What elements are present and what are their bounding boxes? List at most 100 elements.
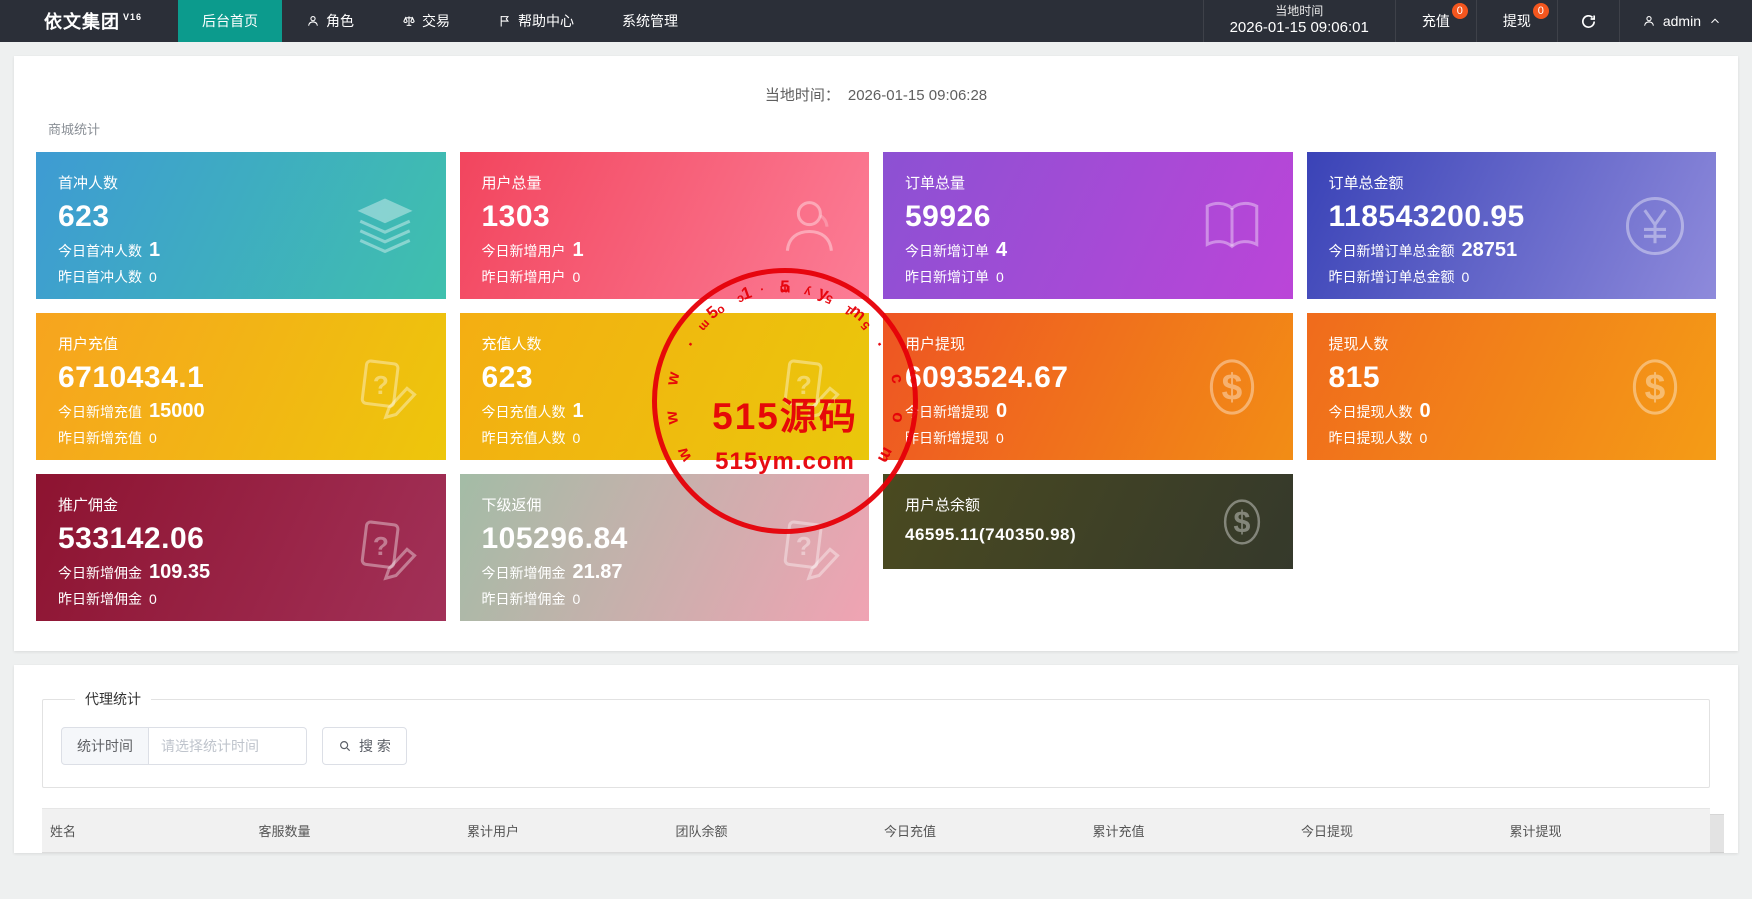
table-header-5: 累计充值	[1085, 809, 1294, 853]
card-yesterday-value: 0	[996, 430, 1004, 446]
card-yesterday-label: 昨日首冲人数	[58, 267, 142, 287]
card-today-value: 0	[996, 400, 1007, 423]
card-yesterday-label: 昨日新增佣金	[58, 589, 142, 609]
stat-card[interactable]: 充值人数 623 今日充值人数 1 昨日充值人数 0 ?	[460, 313, 870, 460]
layers-icon	[352, 193, 418, 259]
withdraw-button[interactable]: 提现 0	[1477, 0, 1557, 42]
card-yesterday-value: 0	[149, 430, 157, 446]
page-local-time: 当地时间：2026-01-15 09:06:28	[36, 76, 1716, 119]
card-yesterday-label: 昨日新增提现	[905, 428, 989, 448]
card-today-label: 今日首冲人数	[58, 241, 142, 261]
card-yesterday-value: 0	[996, 269, 1004, 285]
agent-stats-legend: 代理统计	[75, 689, 151, 709]
card-yesterday-line: 昨日提现人数 0	[1329, 428, 1695, 448]
search-button[interactable]: 搜 索	[322, 727, 407, 765]
topbar: 依文集团V16 后台首页 角色 交易 帮助中心 系统管理	[0, 0, 1752, 42]
svg-text:?: ?	[372, 369, 388, 399]
nav-item-0[interactable]: 后台首页	[178, 0, 282, 42]
stat-time-input[interactable]	[149, 727, 307, 765]
stat-card[interactable]: 订单总量 59926 今日新增订单 4 昨日新增订单 0	[883, 152, 1293, 299]
card-today-value: 1	[573, 239, 584, 262]
card-yesterday-label: 昨日新增充值	[58, 428, 142, 448]
card-today-label: 今日新增订单	[905, 241, 989, 261]
nav-item-3[interactable]: 帮助中心	[474, 0, 598, 42]
app-logo[interactable]: 依文集团V16	[0, 0, 178, 42]
svg-text:$: $	[1645, 365, 1666, 407]
nav-item-label: 后台首页	[202, 11, 258, 31]
card-today-label: 今日充值人数	[482, 402, 566, 422]
table-header-1: 客服数量	[251, 809, 460, 853]
stat-card[interactable]: 用户总余额 46595.11(740350.98) $	[883, 474, 1293, 569]
recharge-badge: 0	[1452, 3, 1468, 19]
stat-card[interactable]: 用户总量 1303 今日新增用户 1 昨日新增用户 0	[460, 152, 870, 299]
card-today-label: 今日新增用户	[482, 241, 566, 261]
card-yesterday-line: 昨日新增提现 0	[905, 428, 1271, 448]
section-title: 商城统计	[48, 119, 1716, 138]
stat-card[interactable]: 首冲人数 623 今日首冲人数 1 昨日首冲人数 0	[36, 152, 446, 299]
refresh-button[interactable]	[1558, 13, 1619, 30]
topbar-right: 当地时间 2026-01-15 09:06:01 充值 0 提现 0	[1203, 0, 1752, 42]
card-title: 用户提现	[905, 333, 1271, 354]
card-today-value: 1	[573, 400, 584, 423]
recharge-label: 充值	[1422, 11, 1450, 31]
svg-text:?: ?	[372, 530, 388, 560]
question-note-edit-icon: ?	[352, 515, 418, 581]
chevron-up-icon	[1708, 14, 1722, 28]
stat-card[interactable]: 用户充值 6710434.1 今日新增充值 15000 昨日新增充值 0 ?	[36, 313, 446, 460]
nav-item-label: 交易	[422, 11, 450, 31]
person-icon	[775, 193, 841, 259]
question-note-edit-icon: ?	[775, 354, 841, 420]
book-icon	[1199, 193, 1265, 259]
card-yesterday-label: 昨日新增佣金	[482, 589, 566, 609]
stat-card[interactable]: 订单总金额 118543200.95 今日新增订单总金额 28751 昨日新增订…	[1307, 152, 1717, 299]
card-yesterday-label: 昨日新增用户	[482, 267, 566, 287]
recharge-button[interactable]: 充值 0	[1396, 0, 1476, 42]
agent-table-header-row: 姓名客服数量累计用户团队余额今日充值累计充值今日提现累计提现	[42, 809, 1710, 853]
card-title: 订单总金额	[1329, 172, 1695, 193]
user-menu[interactable]: admin	[1619, 0, 1752, 42]
main-nav: 后台首页 角色 交易 帮助中心 系统管理	[178, 0, 702, 42]
withdraw-cell: 提现 0	[1476, 0, 1557, 42]
search-button-label: 搜 索	[359, 736, 391, 756]
table-header-6: 今日提现	[1293, 809, 1502, 853]
card-yesterday-value: 0	[149, 269, 157, 285]
stats-panel: 当地时间：2026-01-15 09:06:28 商城统计 首冲人数 623 今…	[14, 56, 1738, 651]
card-yesterday-value: 0	[573, 591, 581, 607]
stat-card[interactable]: 用户提现 6093524.67 今日新增提现 0 昨日新增提现 0 $	[883, 313, 1293, 460]
card-yesterday-value: 0	[149, 591, 157, 607]
agent-filters: 统计时间 搜 索	[61, 727, 1691, 765]
stat-card[interactable]: 下级返佣 105296.84 今日新增佣金 21.87 昨日新增佣金 0 ?	[460, 474, 870, 621]
yen-circle-icon	[1622, 193, 1688, 259]
card-title: 用户总量	[482, 172, 848, 193]
app-logo-text: 依文集团	[44, 8, 120, 34]
nav-item-1[interactable]: 角色	[282, 0, 378, 42]
table-scroll-gutter[interactable]	[1710, 814, 1724, 853]
local-time-value: 2026-01-15 09:06:01	[1230, 19, 1369, 38]
agent-stats-box: 代理统计 统计时间 搜 索	[42, 689, 1710, 788]
stat-card[interactable]: 推广佣金 533142.06 今日新增佣金 109.35 昨日新增佣金 0 ?	[36, 474, 446, 621]
card-yesterday-line: 昨日充值人数 0	[482, 428, 848, 448]
username: admin	[1663, 13, 1701, 29]
card-title: 充值人数	[482, 333, 848, 354]
card-yesterday-label: 昨日提现人数	[1329, 428, 1413, 448]
card-title: 推广佣金	[58, 494, 424, 515]
nav-item-label: 系统管理	[622, 11, 678, 31]
question-note-edit-icon: ?	[775, 515, 841, 581]
svg-text:?: ?	[796, 530, 812, 560]
svg-text:?: ?	[796, 369, 812, 399]
card-yesterday-line: 昨日新增订单 0	[905, 267, 1271, 287]
card-yesterday-label: 昨日新增订单	[905, 267, 989, 287]
table-header-3: 团队余额	[668, 809, 877, 853]
card-yesterday-label: 昨日充值人数	[482, 428, 566, 448]
refresh-icon	[1580, 13, 1597, 30]
nav-item-2[interactable]: 交易	[378, 0, 474, 42]
local-time-label: 当地时间	[1275, 4, 1323, 19]
withdraw-label: 提现	[1503, 11, 1531, 31]
search-icon	[338, 739, 352, 753]
card-title: 提现人数	[1329, 333, 1695, 354]
stat-card[interactable]: 提现人数 815 今日提现人数 0 昨日提现人数 0 $	[1307, 313, 1717, 460]
refresh-cell	[1557, 0, 1619, 42]
card-yesterday-line: 昨日新增佣金 0	[482, 589, 848, 609]
nav-item-4[interactable]: 系统管理	[598, 0, 702, 42]
agent-panel: 代理统计 统计时间 搜 索 姓名客服数量累计用户团队余额今日充值累计充值今日提现…	[14, 665, 1738, 853]
